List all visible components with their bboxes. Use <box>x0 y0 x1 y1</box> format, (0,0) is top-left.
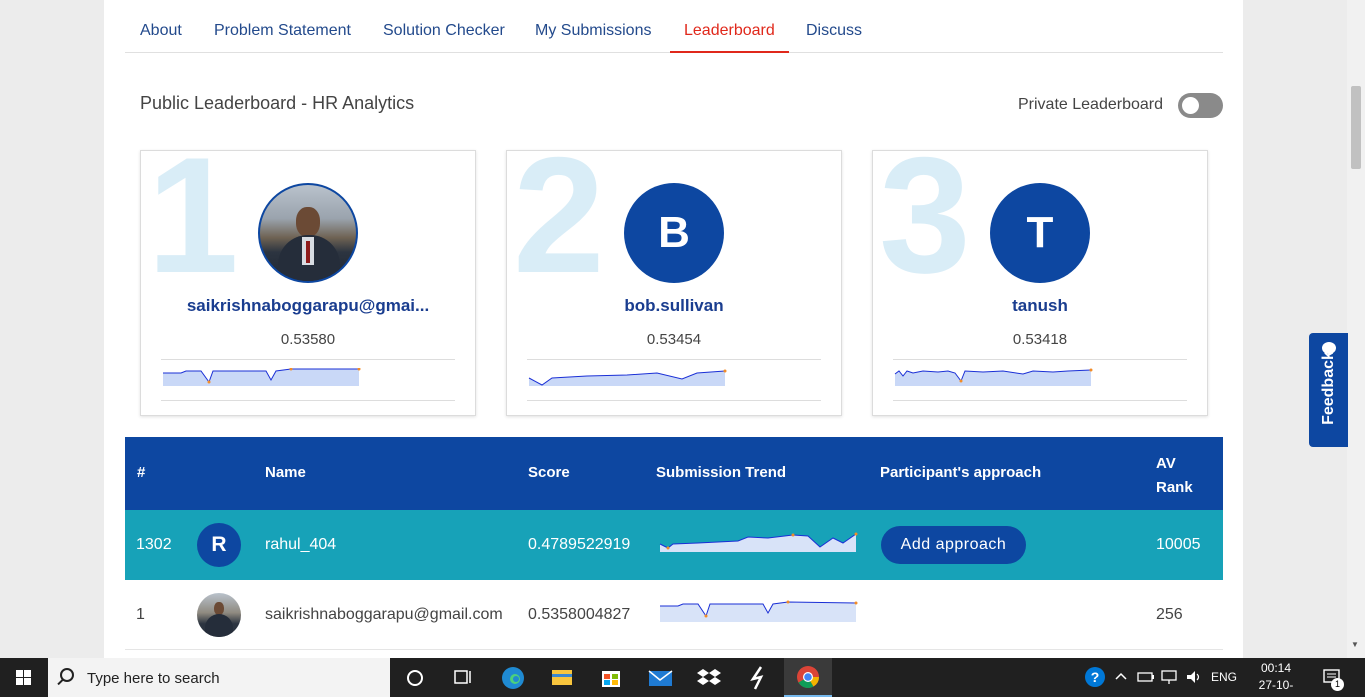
header-participants-approach: Participant's approach <box>880 464 1042 481</box>
windows-taskbar: Type here to search ? ENG 00:14 27-10- 1 <box>0 658 1365 697</box>
tab-my-submissions[interactable]: My Submissions <box>535 0 651 53</box>
svg-text:?: ? <box>1091 669 1100 685</box>
tab-leaderboard[interactable]: Leaderboard <box>670 0 789 53</box>
tab-problem-statement[interactable]: Problem Statement <box>214 0 351 53</box>
row-name[interactable]: rahul_404 <box>265 536 336 554</box>
participant-name[interactable]: bob.sullivan <box>507 296 841 316</box>
private-leaderboard-toggle[interactable] <box>1178 93 1223 118</box>
help-icon[interactable]: ? <box>1084 666 1106 691</box>
search-placeholder: Type here to search <box>87 670 220 687</box>
show-hidden-icons-icon[interactable] <box>1114 669 1128 686</box>
competition-tabs: About Problem Statement Solution Checker… <box>125 0 1223 53</box>
mail-icon[interactable] <box>636 658 684 697</box>
clock-time: 00:14 <box>1260 661 1292 675</box>
cortana-icon[interactable] <box>391 658 439 697</box>
app-lightning-icon[interactable] <box>734 658 782 697</box>
submission-trend-chart <box>660 600 858 622</box>
language-indicator[interactable]: ENG <box>1211 670 1237 684</box>
submission-trend-chart <box>161 359 455 401</box>
clock-date: 27-10-2020 <box>1258 678 1294 697</box>
row-rank: 1 <box>136 606 145 623</box>
file-explorer-icon[interactable] <box>538 658 586 697</box>
row-av-rank: 10005 <box>1156 536 1201 553</box>
task-view-icon[interactable] <box>439 658 487 697</box>
submission-trend-chart <box>659 532 858 552</box>
participant-name[interactable]: tanush <box>873 296 1207 316</box>
tab-solution-checker[interactable]: Solution Checker <box>383 0 505 53</box>
row-score: 0.4789522919 <box>528 536 631 553</box>
feedback-tab[interactable]: Feedback <box>1309 333 1348 447</box>
leaderboard-title: Public Leaderboard - HR Analytics <box>140 93 415 113</box>
participant-score: 0.53580 <box>280 331 336 348</box>
page-scrollbar[interactable]: ▼ <box>1347 0 1365 658</box>
table-row: 1 saikrishnaboggarapu@gmail.com 0.535800… <box>125 580 1223 650</box>
row-rank: 1302 <box>136 536 172 553</box>
toggle-knob <box>1182 97 1199 114</box>
scrollbar-thumb[interactable] <box>1351 86 1361 169</box>
chrome-browser-icon[interactable] <box>784 658 832 697</box>
rank-watermark: 3 <box>879 150 971 307</box>
competition-page: About Problem Statement Solution Checker… <box>104 0 1243 658</box>
tab-about[interactable]: About <box>140 0 182 53</box>
private-leaderboard-label: Private Leaderboard <box>1018 96 1163 113</box>
start-button[interactable] <box>0 658 48 697</box>
tab-discuss[interactable]: Discuss <box>806 0 862 53</box>
participant-score: 0.53418 <box>1012 331 1068 348</box>
rank-watermark: 2 <box>513 150 605 307</box>
header-av-rank: AV Rank <box>1156 455 1193 496</box>
podium-card-2: 2 B bob.sullivan 0.53454 <box>506 150 842 416</box>
row-name[interactable]: saikrishnaboggarapu@gmail.com <box>265 606 503 624</box>
rank-watermark: 1 <box>147 150 239 307</box>
header-rank: # <box>137 464 146 481</box>
feedback-label: Feedback <box>1320 351 1337 425</box>
avatar: B <box>624 183 724 283</box>
taskbar-search-box[interactable]: Type here to search <box>48 658 390 697</box>
avatar <box>258 183 358 283</box>
battery-icon[interactable] <box>1137 669 1155 688</box>
add-approach-button[interactable]: Add approach <box>881 526 1026 564</box>
table-row-current-user: 1302 R rahul_404 0.4789522919 Add approa… <box>125 510 1223 580</box>
taskbar-clock[interactable]: 00:14 27-10-2020 <box>1246 660 1306 697</box>
submission-trend-chart <box>527 359 821 401</box>
table-header: # Name Score Submission Trend Participan… <box>125 437 1223 510</box>
avatar: T <box>990 183 1090 283</box>
avatar <box>197 593 241 637</box>
edge-browser-icon[interactable] <box>489 658 537 697</box>
submission-trend-chart <box>893 359 1187 401</box>
dropbox-icon[interactable] <box>685 658 733 697</box>
search-icon <box>60 668 74 682</box>
notification-count-badge: 1 <box>1331 678 1344 691</box>
avatar: R <box>197 523 241 567</box>
volume-icon[interactable] <box>1185 669 1203 688</box>
participant-name[interactable]: saikrishnaboggarapu@gmai... <box>141 296 475 316</box>
header-score: Score <box>528 464 570 481</box>
microsoft-store-icon[interactable] <box>587 658 635 697</box>
podium-card-3: 3 T tanush 0.53418 <box>872 150 1208 416</box>
row-av-rank: 256 <box>1156 606 1183 623</box>
row-score: 0.5358004827 <box>528 606 631 623</box>
participant-score: 0.53454 <box>646 331 702 348</box>
header-name: Name <box>265 464 306 481</box>
header-submission-trend: Submission Trend <box>656 464 787 481</box>
scroll-down-arrow-icon[interactable]: ▼ <box>1351 640 1359 649</box>
podium-card-1: 1 saikrishnaboggarapu@gmai... 0.53580 <box>140 150 476 416</box>
network-icon[interactable] <box>1161 669 1179 688</box>
